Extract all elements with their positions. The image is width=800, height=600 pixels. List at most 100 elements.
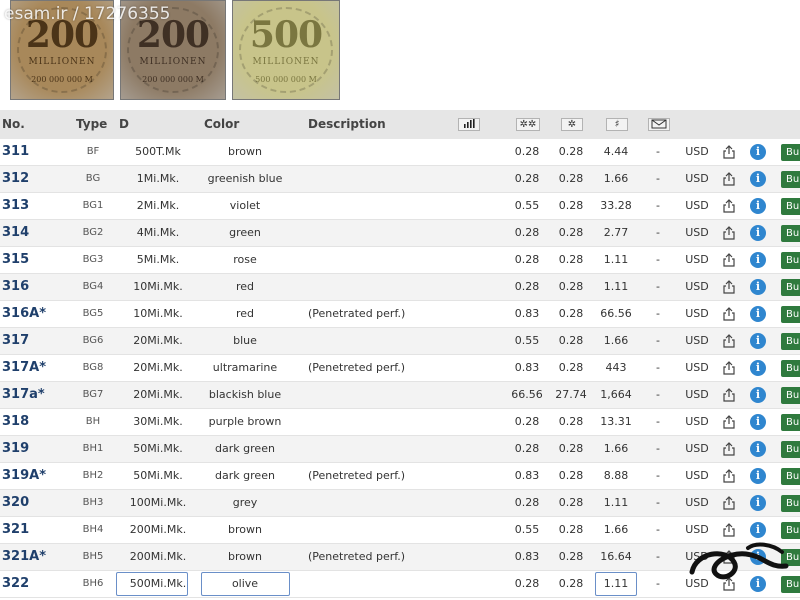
info-icon[interactable]: i [750,576,766,592]
info-icon[interactable]: i [750,144,766,160]
table-row[interactable]: 322 BH6 500Mi.Mk. olive 0.28 0.28 1.11- USD i Bu [0,571,800,598]
share-icon[interactable] [723,442,735,456]
info-icon[interactable]: i [750,414,766,430]
info-icon[interactable]: i [750,225,766,241]
share-icon[interactable] [723,496,735,510]
stamp-number[interactable]: 321 [2,517,29,543]
share-icon[interactable] [723,388,735,402]
share-icon[interactable] [723,415,735,429]
buy-button[interactable]: Bu [781,279,800,296]
table-row[interactable]: 318 BH 30Mi.Mk. purple brown 0.28 0.28 13.31 - U… [0,409,800,436]
share-icon[interactable] [723,199,735,213]
share-icon[interactable] [723,172,735,186]
buy-button[interactable]: Bu [781,468,800,485]
stamp-number[interactable]: 316 [2,274,29,300]
stamp-denomination: 30Mi.Mk. [133,415,183,428]
mint-hinged-icon[interactable]: ✲ [561,118,583,131]
stamp-number[interactable]: 317A* [2,355,46,381]
table-row[interactable]: 317 BG6 20Mi.Mk. blue 0.55 0.28 1.66 - USD i Bu [0,328,800,355]
info-icon[interactable]: i [750,279,766,295]
buy-button[interactable]: Bu [781,171,800,188]
info-icon[interactable]: i [750,333,766,349]
table-row[interactable]: 319 BH1 50Mi.Mk. dark green 0.28 0.28 1.66 - USD… [0,436,800,463]
table-row[interactable]: 317a* BG7 20Mi.Mk. blackish blue 66.56 27.74 1… [0,382,800,409]
share-icon[interactable] [723,469,735,483]
share-icon[interactable] [723,280,735,294]
stamp-number[interactable]: 312 [2,166,29,192]
used-icon[interactable]: ♯ [606,118,628,131]
share-icon[interactable] [723,334,735,348]
table-row[interactable]: 321 BH4 200Mi.Mk. brown 0.55 0.28 1.66 - USD i Bu [0,517,800,544]
table-row[interactable]: 315 BG3 5Mi.Mk. rose 0.28 0.28 1.11 - USD i Bu [0,247,800,274]
info-icon[interactable]: i [750,468,766,484]
share-icon[interactable] [723,307,735,321]
table-row[interactable]: 314 BG2 4Mi.Mk. green 0.28 0.28 2.77 - USD i Bu [0,220,800,247]
chart-icon[interactable] [458,118,480,131]
share-icon[interactable] [723,145,735,159]
info-icon[interactable]: i [750,252,766,268]
stamp-number[interactable]: 320 [2,490,29,516]
buy-button[interactable]: Bu [781,414,800,431]
buy-button[interactable]: Bu [781,144,800,161]
buy-button[interactable]: Bu [781,495,800,512]
info-icon[interactable]: i [750,387,766,403]
share-icon[interactable] [723,550,735,564]
buy-button[interactable]: Bu [781,549,800,566]
info-icon[interactable]: i [750,306,766,322]
buy-button[interactable]: Bu [781,306,800,323]
stamp-number[interactable]: 317a* [2,382,45,408]
stamp-number[interactable]: 319 [2,436,29,462]
share-icon[interactable] [723,523,735,537]
header-color[interactable]: Color [204,110,239,139]
info-icon[interactable]: i [750,522,766,538]
table-row[interactable]: 316 BG4 10Mi.Mk. red 0.28 0.28 1.11 - USD i Bu [0,274,800,301]
stamp-number[interactable]: 318 [2,409,29,435]
buy-button[interactable]: Bu [781,576,800,593]
stamp-number[interactable]: 321A* [2,544,46,570]
header-d[interactable]: D [119,110,129,139]
info-icon[interactable]: i [750,171,766,187]
table-row[interactable]: 320 BH3 100Mi.Mk. grey 0.28 0.28 1.11 - USD i Bu [0,490,800,517]
table-row[interactable]: 321A* BH5 200Mi.Mk. brown (Penetreted perf.)… [0,544,800,571]
table-row[interactable]: 312 BG 1Mi.Mk. greenish blue 0.28 0.28 1.66 - US… [0,166,800,193]
buy-button[interactable]: Bu [781,441,800,458]
mint-never-hinged-icon[interactable]: ✲✲ [516,118,540,131]
cover-icon[interactable] [648,118,670,131]
buy-button[interactable]: Bu [781,225,800,242]
stamp-number[interactable]: 319A* [2,463,46,489]
table-row[interactable]: 316A* BG5 10Mi.Mk. red (Penetrated perf.) 0.8… [0,301,800,328]
stamp-number[interactable]: 311 [2,139,29,165]
share-icon[interactable] [723,361,735,375]
info-icon[interactable]: i [750,549,766,565]
stamp-color: red [235,307,255,320]
table-row[interactable]: 317A* BG8 20Mi.Mk. ultramarine (Penetreted p… [0,355,800,382]
stamp-number[interactable]: 322 [2,571,29,597]
buy-button[interactable]: Bu [781,252,800,269]
stamp-number[interactable]: 316A* [2,301,46,327]
info-icon[interactable]: i [750,495,766,511]
buy-button[interactable]: Bu [781,333,800,350]
buy-button[interactable]: Bu [781,198,800,215]
buy-button[interactable]: Bu [781,522,800,539]
info-icon[interactable]: i [750,441,766,457]
price-mint-hinged: 0.28 [558,415,584,428]
buy-button[interactable]: Bu [781,360,800,377]
header-no[interactable]: No. [2,110,25,139]
share-icon[interactable] [723,226,735,240]
stamp-number[interactable]: 314 [2,220,29,246]
table-row[interactable]: 319A* BH2 50Mi.Mk. dark green (Penetreted pe… [0,463,800,490]
stamp-number[interactable]: 315 [2,247,29,273]
stamp-number[interactable]: 313 [2,193,29,219]
table-row[interactable]: 313 BG1 2Mi.Mk. violet 0.55 0.28 33.28 - USD i Bu [0,193,800,220]
stamp-image[interactable]: 500 MILLIONEN 500 000 000 M [232,0,340,100]
share-icon[interactable] [723,577,735,591]
header-description[interactable]: Description [308,110,386,139]
info-icon[interactable]: i [750,198,766,214]
header-type[interactable]: Type [76,110,107,139]
buy-button[interactable]: Bu [781,387,800,404]
info-icon[interactable]: i [750,360,766,376]
stamp-number[interactable]: 317 [2,328,29,354]
price-mint-hinged: 0.28 [558,523,584,536]
table-row[interactable]: 311 BF 500T.Mk brown 0.28 0.28 4.44 - USD i Bu [0,139,800,166]
share-icon[interactable] [723,253,735,267]
